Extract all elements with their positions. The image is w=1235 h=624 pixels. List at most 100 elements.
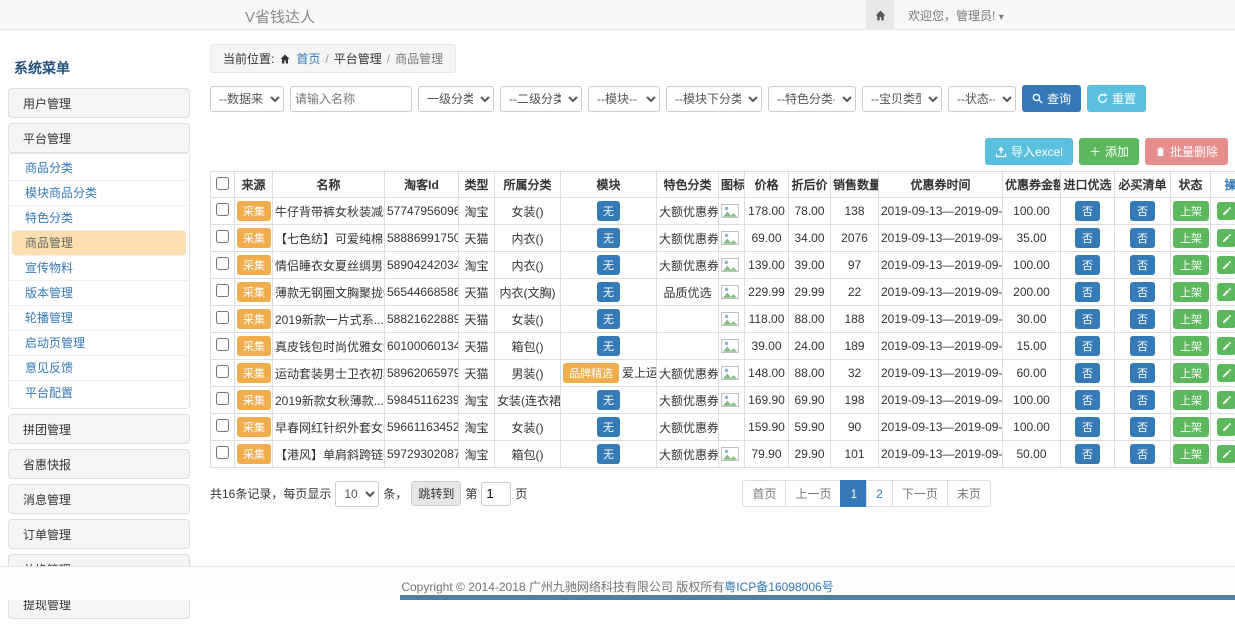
name-search-input[interactable] bbox=[290, 86, 412, 112]
row-checkbox[interactable] bbox=[216, 203, 229, 216]
sidebar-item-5[interactable]: 宣传物料 bbox=[9, 256, 189, 281]
row-checkbox[interactable] bbox=[216, 311, 229, 324]
import-toggle-button[interactable]: 否 bbox=[1075, 417, 1100, 437]
sidebar-section-2[interactable]: 平台管理 bbox=[8, 123, 190, 153]
add-button[interactable]: ＋ 添加 bbox=[1079, 138, 1139, 165]
per-page-select[interactable]: 10 bbox=[335, 481, 379, 507]
import-toggle-button[interactable]: 否 bbox=[1075, 336, 1100, 356]
module-sub-select[interactable]: --模块下分类-- bbox=[666, 86, 762, 112]
import-excel-button[interactable]: 导入excel bbox=[985, 138, 1073, 165]
must-buy-toggle-button[interactable]: 否 bbox=[1130, 417, 1155, 437]
page-button-下一页[interactable]: 下一页 bbox=[892, 480, 948, 507]
status-button[interactable]: 上架 bbox=[1173, 363, 1209, 383]
trash-icon bbox=[1155, 146, 1166, 158]
sidebar-item-7[interactable]: 轮播管理 bbox=[9, 306, 189, 331]
ops-cell bbox=[1211, 414, 1235, 441]
user-menu[interactable]: 欢迎您，管理员! ▾ bbox=[894, 7, 1014, 24]
must-buy-toggle-button[interactable]: 否 bbox=[1130, 282, 1155, 302]
sidebar-section-6[interactable]: 订单管理 bbox=[8, 519, 190, 549]
page-button-1[interactable]: 1 bbox=[840, 480, 867, 507]
edit-button[interactable] bbox=[1217, 229, 1235, 247]
must-buy-toggle-button[interactable]: 否 bbox=[1130, 228, 1155, 248]
edit-button[interactable] bbox=[1217, 256, 1235, 274]
bottom-scrollbar[interactable] bbox=[400, 595, 1235, 600]
sidebar-item-3[interactable]: 特色分类 bbox=[9, 206, 189, 231]
status-button[interactable]: 上架 bbox=[1173, 444, 1209, 464]
row-checkbox[interactable] bbox=[216, 230, 229, 243]
must-buy-toggle-button[interactable]: 否 bbox=[1130, 201, 1155, 221]
data-source-select[interactable]: --数据来源-- bbox=[210, 86, 284, 112]
level1-category-select[interactable]: 一级分类 bbox=[418, 86, 494, 112]
sidebar-item-1[interactable]: 商品分类 bbox=[9, 156, 189, 181]
category-cell: 箱包() bbox=[495, 441, 561, 468]
edit-button[interactable] bbox=[1217, 364, 1235, 382]
sidebar-item-8[interactable]: 启动页管理 bbox=[9, 331, 189, 356]
item-type-select[interactable]: --宝贝类型-- bbox=[862, 86, 942, 112]
icp-link[interactable]: 粤ICP备16098006号 bbox=[724, 580, 833, 594]
feature-category-select[interactable]: --特色分类-- bbox=[768, 86, 856, 112]
must-buy-toggle-button[interactable]: 否 bbox=[1130, 336, 1155, 356]
row-checkbox[interactable] bbox=[216, 338, 229, 351]
page-button-首页[interactable]: 首页 bbox=[742, 480, 786, 507]
page-button-末页[interactable]: 末页 bbox=[947, 480, 991, 507]
status-button[interactable]: 上架 bbox=[1173, 255, 1209, 275]
status-button[interactable]: 上架 bbox=[1173, 390, 1209, 410]
row-checkbox[interactable] bbox=[216, 365, 229, 378]
page-number-input[interactable] bbox=[481, 482, 511, 506]
sidebar-section-1[interactable]: 用户管理 bbox=[8, 88, 190, 118]
sidebar-item-2[interactable]: 模块商品分类 bbox=[9, 181, 189, 206]
edit-button[interactable] bbox=[1217, 310, 1235, 328]
must-buy-toggle-button[interactable]: 否 bbox=[1130, 255, 1155, 275]
type-cell: 淘宝 bbox=[459, 198, 495, 225]
select-all-checkbox[interactable] bbox=[216, 177, 229, 190]
batch-delete-button[interactable]: 批量删除 bbox=[1145, 138, 1228, 165]
edit-button[interactable] bbox=[1217, 418, 1235, 436]
must-buy-toggle-button[interactable]: 否 bbox=[1130, 309, 1155, 329]
must-buy-toggle-button[interactable]: 否 bbox=[1130, 363, 1155, 383]
sidebar-item-4[interactable]: 商品管理 bbox=[12, 231, 186, 256]
must-buy-toggle-button[interactable]: 否 bbox=[1130, 444, 1155, 464]
import-toggle-button[interactable]: 否 bbox=[1075, 390, 1100, 410]
import-toggle-button[interactable]: 否 bbox=[1075, 201, 1100, 221]
jump-button[interactable]: 跳转到 bbox=[411, 481, 461, 506]
edit-button[interactable] bbox=[1217, 283, 1235, 301]
sidebar-item-6[interactable]: 版本管理 bbox=[9, 281, 189, 306]
import-toggle-button[interactable]: 否 bbox=[1075, 309, 1100, 329]
import-toggle-button[interactable]: 否 bbox=[1075, 282, 1100, 302]
row-checkbox[interactable] bbox=[216, 284, 229, 297]
must-buy-toggle-button[interactable]: 否 bbox=[1130, 390, 1155, 410]
status-button[interactable]: 上架 bbox=[1173, 201, 1209, 221]
row-checkbox[interactable] bbox=[216, 446, 229, 459]
import-toggle-button[interactable]: 否 bbox=[1075, 444, 1100, 464]
status-button[interactable]: 上架 bbox=[1173, 336, 1209, 356]
sidebar-section-4[interactable]: 省惠快报 bbox=[8, 449, 190, 479]
status-button[interactable]: 上架 bbox=[1173, 309, 1209, 329]
reset-button[interactable]: 重置 bbox=[1087, 85, 1146, 112]
sidebar-item-10[interactable]: 平台配置 bbox=[9, 381, 189, 406]
discount-price-cell: 39.00 bbox=[789, 252, 831, 279]
sidebar-section-3[interactable]: 拼团管理 bbox=[8, 414, 190, 444]
edit-button[interactable] bbox=[1217, 202, 1235, 220]
row-checkbox[interactable] bbox=[216, 419, 229, 432]
page-button-上一页[interactable]: 上一页 bbox=[785, 480, 841, 507]
sidebar-section-5[interactable]: 消息管理 bbox=[8, 484, 190, 514]
status-button[interactable]: 上架 bbox=[1173, 417, 1209, 437]
page-button-2[interactable]: 2 bbox=[866, 480, 893, 507]
home-button[interactable] bbox=[866, 0, 894, 30]
import-toggle-button[interactable]: 否 bbox=[1075, 363, 1100, 383]
row-checkbox[interactable] bbox=[216, 257, 229, 270]
status-button[interactable]: 上架 bbox=[1173, 228, 1209, 248]
breadcrumb-home-link[interactable]: 首页 bbox=[296, 50, 320, 67]
level2-category-select[interactable]: --二级分类-- bbox=[500, 86, 582, 112]
module-select[interactable]: --模块-- bbox=[588, 86, 660, 112]
import-toggle-button[interactable]: 否 bbox=[1075, 255, 1100, 275]
status-button[interactable]: 上架 bbox=[1173, 282, 1209, 302]
search-button[interactable]: 查询 bbox=[1022, 85, 1081, 112]
sidebar-item-9[interactable]: 意见反馈 bbox=[9, 356, 189, 381]
status-select[interactable]: --状态-- bbox=[948, 86, 1016, 112]
edit-button[interactable] bbox=[1217, 391, 1235, 409]
row-checkbox[interactable] bbox=[216, 392, 229, 405]
edit-button[interactable] bbox=[1217, 445, 1235, 463]
edit-button[interactable] bbox=[1217, 337, 1235, 355]
import-toggle-button[interactable]: 否 bbox=[1075, 228, 1100, 248]
